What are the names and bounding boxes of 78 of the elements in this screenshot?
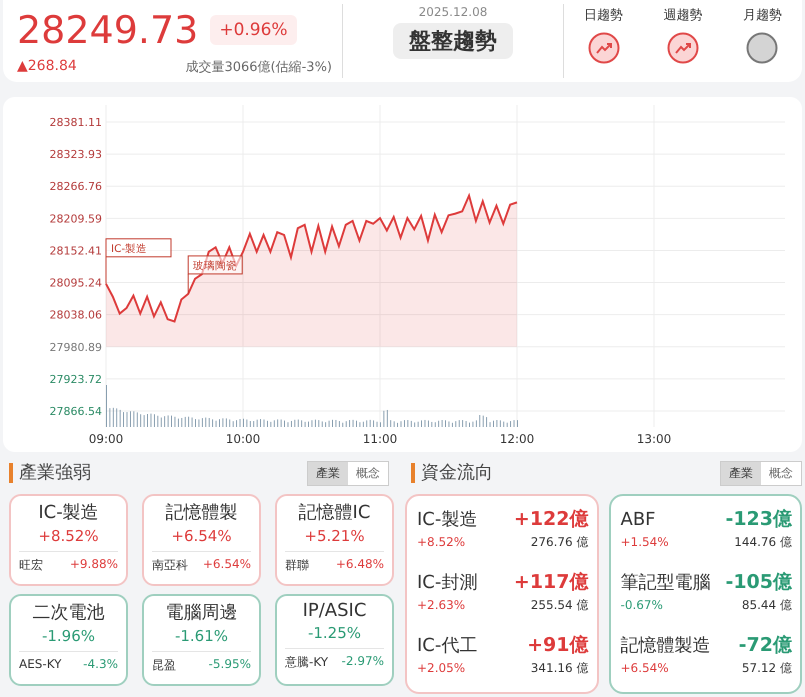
industry-name: IC-製造 — [417, 508, 478, 531]
sector-name: IP/ASIC — [302, 600, 366, 621]
x-axis-label: 09:00 — [88, 432, 124, 446]
annotation: 玻璃陶瓷 — [193, 258, 238, 272]
y-axis-label: 28038.06 — [50, 308, 102, 322]
industry-name: IC-封測 — [417, 571, 478, 594]
sector-percent: -1.25% — [308, 624, 362, 642]
change-percent-badge: +0.96% — [210, 15, 297, 45]
y-axis-label: 28095.24 — [50, 276, 102, 290]
change-value: ▲268.84 — [17, 58, 77, 76]
flow-amount: +91億 — [527, 633, 588, 658]
sector-percent: +8.52% — [38, 527, 99, 545]
stock-name: 意騰-KY — [285, 654, 328, 671]
flow-amount: +122億 — [514, 507, 588, 532]
x-axis-label: 12:00 — [500, 432, 534, 446]
flow-amount: -72億 — [738, 633, 792, 658]
turnover-value: 57.12 億 — [740, 660, 792, 677]
industry-name: ABF — [620, 509, 657, 530]
sector-name: 二次電池 — [32, 601, 104, 624]
x-axis-label: 11:00 — [362, 432, 398, 446]
y-axis-label: 27980.89 — [50, 340, 102, 354]
flow-amount: -123億 — [725, 507, 792, 532]
sector-name: IC-製造 — [38, 501, 99, 524]
section-title: 資金流向 — [411, 463, 493, 483]
trend-label: 日趨勢 — [584, 7, 624, 24]
industry-name: 筆記型電腦 — [620, 571, 712, 594]
sector-percent: +5.21% — [304, 527, 365, 545]
stock-percent: +6.48% — [336, 557, 384, 573]
turnover-value: 85.44 億 — [740, 597, 792, 614]
y-axis-label: 28209.59 — [50, 212, 102, 226]
trend-status-badge: 盤整趨勢 — [393, 23, 513, 59]
stock-percent: -2.97% — [342, 654, 384, 670]
flow-amount: +117億 — [514, 570, 588, 595]
stock-percent: +9.88% — [70, 557, 118, 573]
y-axis-label: 27923.72 — [50, 372, 102, 386]
annotation: IC-製造 — [111, 242, 148, 255]
stock-name: 南亞科 — [152, 557, 188, 574]
index-value: 28249.73 — [17, 8, 198, 52]
sector-percent: +6.54% — [171, 527, 232, 545]
stock-name: 旺宏 — [19, 557, 43, 574]
stock-name: 昆盈 — [152, 657, 176, 674]
stock-name: AES-KY — [19, 657, 62, 671]
y-axis-label: 28323.93 — [50, 148, 102, 162]
stock-percent: +6.54% — [202, 557, 251, 573]
section-title: 產業強弱 — [9, 463, 91, 483]
industry-name: 記憶體製造 — [620, 634, 712, 657]
trend-label: 月趨勢 — [742, 7, 782, 24]
y-axis-label: 28381.11 — [50, 116, 102, 129]
industry-percent: +2.05% — [417, 661, 466, 675]
trend-label: 週趨勢 — [663, 7, 702, 24]
stock-percent: -5.95% — [208, 657, 251, 673]
sector-percent: -1.61% — [174, 627, 228, 645]
date-text: 2025.12.08 — [418, 5, 488, 19]
industry-percent: +6.54% — [620, 661, 670, 675]
volume-text: 成交量3066億(估縮-3%) — [185, 59, 332, 76]
industry-percent: -0.67% — [620, 598, 664, 612]
industry-percent: +2.63% — [417, 598, 466, 612]
y-axis-label: 27866.54 — [50, 405, 102, 418]
annotation-label: 玻璃陶瓷 — [188, 255, 243, 274]
flow-amount: -105億 — [725, 570, 792, 595]
sector-name: 電腦周邊 — [166, 601, 238, 624]
industry-name: IC-代工 — [417, 634, 478, 657]
turnover-value: 144.76 億 — [733, 534, 792, 551]
annotation-label: IC-製造 — [106, 238, 172, 258]
stock-name: 群聯 — [285, 557, 309, 574]
industry-percent: +1.54% — [620, 535, 670, 549]
y-axis-label: 28266.76 — [50, 180, 102, 194]
sector-name: 記憶體製 — [166, 501, 238, 524]
x-axis-label: 10:00 — [226, 432, 260, 446]
turnover-value: 255.54 億 — [530, 597, 588, 614]
industry-percent: +8.52% — [417, 535, 466, 549]
sector-name: 記憶體IC — [298, 501, 370, 524]
turnover-value: 341.16 億 — [530, 660, 588, 677]
stock-percent: -4.3% — [83, 657, 118, 671]
sector-percent: -1.96% — [42, 627, 96, 645]
y-axis-label: 28152.41 — [50, 244, 102, 258]
x-axis-label: 13:00 — [636, 432, 672, 446]
turnover-value: 276.76 億 — [530, 534, 588, 551]
